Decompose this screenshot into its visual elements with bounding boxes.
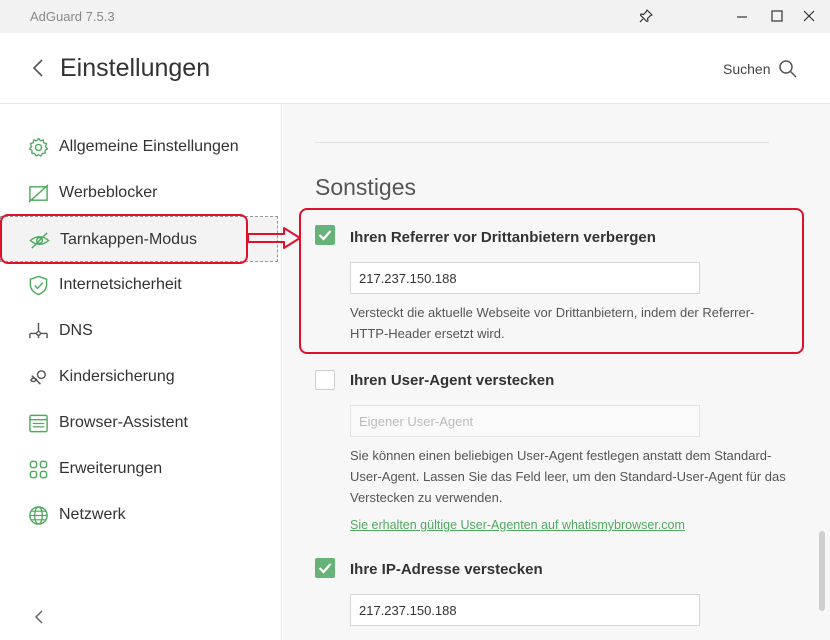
settings-content: Sonstiges Ihren Referrer vor Drittanbiet… [283, 104, 830, 640]
sidebar-item-parental-control[interactable]: Kindersicherung [0, 354, 278, 400]
section-divider [315, 142, 769, 143]
hide-user-agent-title[interactable]: Ihren User-Agent verstecken [350, 372, 554, 389]
gear-icon [28, 137, 49, 157]
sidebar-item-label: Browser-Assistent [59, 414, 188, 431]
sidebar-item-label: Tarnkappen-Modus [60, 231, 197, 248]
sidebar-item-label: Werbeblocker [59, 184, 158, 201]
app-title: AdGuard 7.5.3 [30, 9, 115, 24]
pin-icon[interactable] [638, 8, 654, 24]
hide-referrer-title[interactable]: Ihren Referrer vor Drittanbietern verber… [350, 229, 656, 246]
sidebar-item-ad-blocker[interactable]: Werbeblocker [0, 170, 278, 216]
sidebar-item-dns[interactable]: DNS [0, 308, 278, 354]
sidebar-item-label: Kindersicherung [59, 368, 175, 385]
dns-network-icon [29, 322, 48, 339]
globe-icon [29, 506, 48, 525]
back-arrow-icon[interactable] [28, 57, 48, 79]
title-bar: AdGuard 7.5.3 [0, 0, 830, 33]
hide-referrer-description: Versteckt die aktuelle Webseite vor Drit… [350, 305, 755, 341]
ip-address-input[interactable] [350, 594, 700, 626]
sidebar-item-browser-assistant[interactable]: Browser-Assistent [0, 400, 278, 446]
user-agents-link[interactable]: Sie erhalten gültige User-Agenten auf wh… [350, 518, 685, 532]
sidebar-item-label: Erweiterungen [59, 460, 163, 477]
search-button[interactable]: Suchen [723, 59, 798, 79]
search-icon [779, 60, 798, 78]
shield-check-icon [29, 275, 48, 296]
sidebar-item-stealth-mode[interactable]: Tarnkappen-Modus [0, 216, 278, 262]
browser-window-icon [29, 414, 48, 433]
sidebar-item-network[interactable]: Netzwerk [0, 492, 278, 538]
hide-referrer-checkbox[interactable] [315, 225, 335, 245]
extensions-grid-icon [29, 460, 48, 479]
scrollbar-thumb[interactable] [819, 531, 825, 611]
sidebar-item-extensions[interactable]: Erweiterungen [0, 446, 278, 492]
sidebar-item-general-settings[interactable]: Allgemeine Einstellungen [0, 124, 278, 170]
search-label: Suchen [723, 61, 771, 77]
user-agent-input[interactable] [350, 405, 700, 437]
hide-user-agent-description: Sie können einen beliebigen User-Agent f… [350, 448, 786, 505]
pacifier-icon [30, 370, 46, 385]
page-title: Einstellungen [60, 54, 211, 82]
checkmark-icon [318, 230, 332, 241]
header: Einstellungen Suchen [0, 33, 830, 104]
collapse-sidebar-icon[interactable] [32, 608, 46, 626]
maximize-icon[interactable] [769, 8, 785, 24]
hide-ip-checkbox[interactable] [315, 558, 335, 578]
checkmark-icon [318, 563, 332, 574]
minimize-icon[interactable] [734, 8, 750, 24]
section-title: Sonstiges [315, 174, 417, 200]
hide-ip-title[interactable]: Ihre IP-Adresse verstecken [350, 561, 543, 578]
hide-user-agent-checkbox[interactable] [315, 370, 335, 390]
ad-block-icon [28, 184, 49, 203]
eye-slash-icon [29, 232, 50, 249]
referrer-input[interactable] [350, 262, 700, 294]
sidebar-item-label: Netzwerk [59, 506, 126, 523]
sidebar-item-internet-security[interactable]: Internetsicherheit [0, 262, 278, 308]
sidebar-item-label: Allgemeine Einstellungen [59, 138, 239, 155]
sidebar-item-label: Internetsicherheit [59, 276, 182, 293]
sidebar: Allgemeine Einstellungen Werbeblocker Ta… [0, 104, 282, 640]
sidebar-item-label: DNS [59, 322, 93, 339]
close-icon[interactable] [801, 8, 817, 24]
